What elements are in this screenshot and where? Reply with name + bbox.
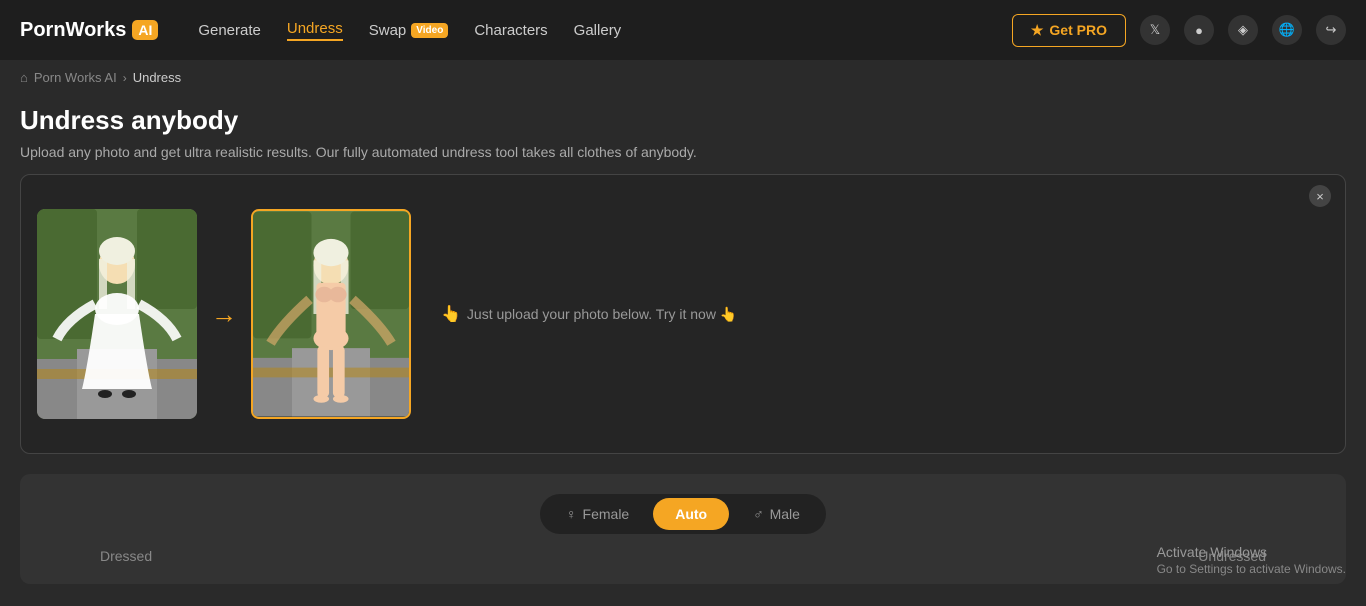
breadcrumb-current: Undress xyxy=(133,70,181,85)
logo-text: PornWorks xyxy=(20,19,126,42)
arrow-icon: → xyxy=(211,299,237,330)
main-nav: Generate Undress Swap Video Characters G… xyxy=(198,20,982,41)
star-icon: ★ xyxy=(1031,22,1044,39)
auto-button[interactable]: Auto xyxy=(653,498,729,530)
page-subtitle: Upload any photo and get ultra realistic… xyxy=(20,144,1346,160)
female-button[interactable]: ♀ Female xyxy=(544,498,651,530)
demo-images-row: → xyxy=(37,209,411,419)
breadcrumb-separator: › xyxy=(123,71,127,85)
video-badge: Video xyxy=(411,23,448,38)
male-button[interactable]: ♂ Male xyxy=(731,498,822,530)
logo-badge: AI xyxy=(132,20,158,40)
demo-image-after[interactable] xyxy=(251,209,411,419)
nav-gallery[interactable]: Gallery xyxy=(574,22,622,39)
breadcrumb: ⌂ Porn Works AI › Undress xyxy=(0,60,1366,95)
female-icon: ♀ xyxy=(566,506,577,522)
labels-row: Dressed Undressed xyxy=(40,548,1326,564)
showcase-box: × xyxy=(20,174,1346,454)
discord-icon[interactable]: ◈ xyxy=(1228,15,1258,45)
login-icon[interactable]: ↪ xyxy=(1316,15,1346,45)
nav-generate[interactable]: Generate xyxy=(198,22,261,39)
breadcrumb-home-icon: ⌂ xyxy=(20,70,28,85)
logo[interactable]: PornWorks AI xyxy=(20,19,158,42)
page-title: Undress anybody xyxy=(20,105,1346,136)
undressed-label: Undressed xyxy=(1198,548,1266,564)
demo-image-before xyxy=(37,209,197,419)
nav-characters[interactable]: Characters xyxy=(474,22,547,39)
male-icon: ♂ xyxy=(753,506,764,522)
upload-hint: 👆 Just upload your photo below. Try it n… xyxy=(441,304,737,324)
bottom-panel: ♀ Female Auto ♂ Male Dressed Undressed xyxy=(20,474,1346,584)
close-button[interactable]: × xyxy=(1309,185,1331,207)
main-content: Undress anybody Upload any photo and get… xyxy=(0,95,1366,464)
reddit-icon[interactable]: ● xyxy=(1184,15,1214,45)
header-actions: ★ Get PRO 𝕏 ● ◈ 🌐 ↪ xyxy=(1012,14,1346,47)
get-pro-button[interactable]: ★ Get PRO xyxy=(1012,14,1126,47)
nav-undress[interactable]: Undress xyxy=(287,20,343,41)
upload-hint-text: Just upload your photo below. Try it now… xyxy=(467,306,737,323)
dressed-label: Dressed xyxy=(100,548,152,564)
header: PornWorks AI Generate Undress Swap Video… xyxy=(0,0,1366,60)
nav-swap[interactable]: Swap Video xyxy=(369,22,449,39)
upload-hint-icon: 👆 xyxy=(441,304,461,324)
breadcrumb-home-link[interactable]: Porn Works AI xyxy=(34,70,117,85)
x-social-icon[interactable]: 𝕏 xyxy=(1140,15,1170,45)
gender-toggle: ♀ Female Auto ♂ Male xyxy=(540,494,826,534)
globe-icon[interactable]: 🌐 xyxy=(1272,15,1302,45)
